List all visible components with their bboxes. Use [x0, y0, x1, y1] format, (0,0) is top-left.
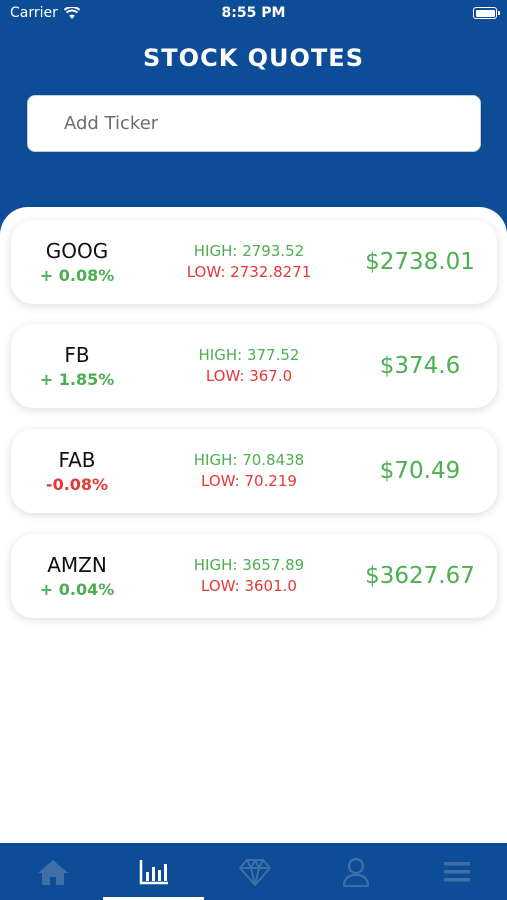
page-title: STOCK QUOTES: [143, 44, 364, 72]
current-price: $374.6: [379, 353, 461, 379]
percent-change: + 0.04%: [39, 580, 115, 599]
ticker-symbol: FB: [64, 343, 90, 367]
current-price: $3627.67: [365, 563, 475, 589]
diamond-icon: [238, 858, 271, 886]
status-bar: Carrier 8:55 PM: [0, 0, 507, 28]
home-icon: [37, 859, 68, 885]
percent-change: + 0.08%: [39, 266, 115, 285]
low-value: LOW: 367.0: [205, 367, 293, 385]
percent-change: -0.08%: [45, 475, 109, 494]
tab-premium[interactable]: [204, 843, 305, 900]
low-value: LOW: 3601.0: [201, 577, 297, 595]
high-value: HIGH: 3657.89: [193, 556, 305, 574]
tab-menu[interactable]: [406, 843, 507, 900]
header: Carrier 8:55 PM STOCK QUOTES: [0, 0, 507, 240]
clock: 8:55 PM: [221, 5, 286, 21]
quotes-list: GOOG + 0.08% HIGH: 2793.52 LOW: 2732.827…: [0, 207, 507, 843]
high-value: HIGH: 2793.52: [193, 242, 305, 260]
low-value: LOW: 70.219: [201, 472, 297, 490]
quote-card[interactable]: GOOG + 0.08% HIGH: 2793.52 LOW: 2732.827…: [11, 220, 497, 304]
current-price: $2738.01: [365, 249, 475, 275]
low-value: LOW: 2732.8271: [186, 263, 312, 281]
add-ticker-input[interactable]: [27, 95, 481, 152]
bar-chart-icon: [139, 859, 168, 884]
battery-icon: [473, 7, 500, 19]
tab-profile[interactable]: [305, 843, 406, 900]
high-value: HIGH: 377.52: [198, 346, 300, 364]
ticker-symbol: FAB: [58, 448, 96, 472]
quote-card[interactable]: FAB -0.08% HIGH: 70.8438 LOW: 70.219 $70…: [11, 429, 497, 513]
tab-quotes[interactable]: [103, 843, 204, 900]
high-value: HIGH: 70.8438: [193, 451, 305, 469]
ticker-symbol: AMZN: [47, 553, 107, 577]
current-price: $70.49: [379, 458, 461, 484]
menu-icon: [443, 861, 470, 881]
quote-card[interactable]: AMZN + 0.04% HIGH: 3657.89 LOW: 3601.0 $…: [11, 534, 497, 618]
quote-card[interactable]: FB + 1.85% HIGH: 377.52 LOW: 367.0 $374.…: [11, 324, 497, 408]
tab-home[interactable]: [2, 843, 103, 900]
user-icon: [342, 857, 369, 887]
percent-change: + 1.85%: [39, 370, 115, 389]
tab-bar: [0, 843, 507, 900]
ticker-symbol: GOOG: [45, 239, 109, 263]
